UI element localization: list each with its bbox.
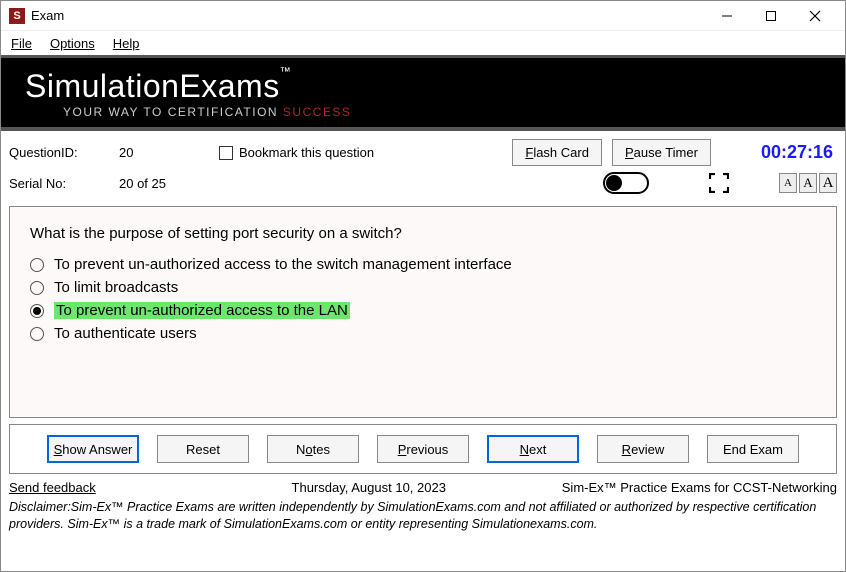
checkbox-icon	[219, 146, 233, 160]
toggle-switch[interactable]	[603, 172, 649, 194]
timer-display: 00:27:16	[761, 142, 833, 163]
info-row-serial: Serial No: 20 of 25 A A A	[1, 170, 845, 202]
title-bar: S Exam	[1, 1, 845, 31]
menu-file[interactable]: File	[11, 36, 32, 51]
disclaimer-text: Disclaimer:Sim-Ex™ Practice Exams are wr…	[1, 497, 845, 539]
flash-card-button[interactable]: Flash Card	[512, 139, 602, 166]
question-id-label: QuestionID:	[9, 145, 109, 160]
next-button[interactable]: Next	[487, 435, 579, 463]
serial-no-label: Serial No:	[9, 176, 109, 191]
toggle-knob-icon	[606, 175, 622, 191]
brand-banner: SimulationExams™ YOUR WAY TO CERTIFICATI…	[1, 55, 845, 131]
send-feedback-link[interactable]: Send feedback	[9, 480, 96, 495]
app-icon: S	[9, 8, 25, 24]
close-button[interactable]	[793, 2, 837, 30]
info-row-question: QuestionID: 20 Bookmark this question Fl…	[1, 131, 845, 170]
font-medium-button[interactable]: A	[799, 173, 817, 193]
font-large-button[interactable]: A	[819, 173, 837, 193]
radio-icon	[30, 327, 44, 341]
maximize-button[interactable]	[749, 2, 793, 30]
minimize-icon	[721, 10, 733, 22]
previous-button[interactable]: Previous	[377, 435, 469, 463]
reset-button[interactable]: Reset	[157, 435, 249, 463]
menu-help[interactable]: Help	[113, 36, 140, 51]
review-button[interactable]: Review	[597, 435, 689, 463]
question-text: What is the purpose of setting port secu…	[30, 225, 816, 242]
brand-title: SimulationExams™	[25, 68, 821, 105]
radio-icon	[30, 281, 44, 295]
question-panel: What is the purpose of setting port secu…	[9, 206, 837, 418]
window-title: Exam	[31, 8, 64, 23]
option-text: To prevent un-authorized access to the L…	[54, 302, 350, 319]
option-row-3[interactable]: To authenticate users	[30, 325, 816, 342]
action-button-row: Show Answer Reset Notes Previous Next Re…	[9, 424, 837, 474]
option-row-0[interactable]: To prevent un-authorized access to the s…	[30, 256, 816, 273]
show-answer-button[interactable]: Show Answer	[47, 435, 139, 463]
options-list: To prevent un-authorized access to the s…	[30, 256, 816, 342]
option-row-1[interactable]: To limit broadcasts	[30, 279, 816, 296]
option-text: To authenticate users	[54, 325, 197, 342]
option-row-2[interactable]: To prevent un-authorized access to the L…	[30, 302, 816, 319]
close-icon	[809, 10, 821, 22]
font-size-buttons: A A A	[779, 173, 837, 193]
menu-options[interactable]: Options	[50, 36, 95, 51]
bookmark-checkbox[interactable]: Bookmark this question	[219, 145, 374, 160]
serial-no-value: 20 of 25	[119, 176, 209, 191]
status-date: Thursday, August 10, 2023	[96, 480, 562, 495]
question-id-value: 20	[119, 145, 209, 160]
minimize-button[interactable]	[705, 2, 749, 30]
fullscreen-icon	[709, 173, 729, 193]
end-exam-button[interactable]: End Exam	[707, 435, 799, 463]
brand-tagline: YOUR WAY TO CERTIFICATION SUCCESS	[25, 105, 821, 119]
menu-bar: File Options Help	[1, 31, 845, 55]
status-product: Sim-Ex™ Practice Exams for CCST-Networki…	[562, 480, 837, 495]
status-bar: Send feedback Thursday, August 10, 2023 …	[1, 474, 845, 497]
radio-icon	[30, 304, 44, 318]
fullscreen-button[interactable]	[709, 173, 729, 193]
option-text: To prevent un-authorized access to the s…	[54, 256, 512, 273]
pause-timer-button[interactable]: Pause Timer	[612, 139, 711, 166]
radio-icon	[30, 258, 44, 272]
bookmark-label: Bookmark this question	[239, 145, 374, 160]
font-small-button[interactable]: A	[779, 173, 797, 193]
notes-button[interactable]: Notes	[267, 435, 359, 463]
maximize-icon	[765, 10, 777, 22]
option-text: To limit broadcasts	[54, 279, 178, 296]
